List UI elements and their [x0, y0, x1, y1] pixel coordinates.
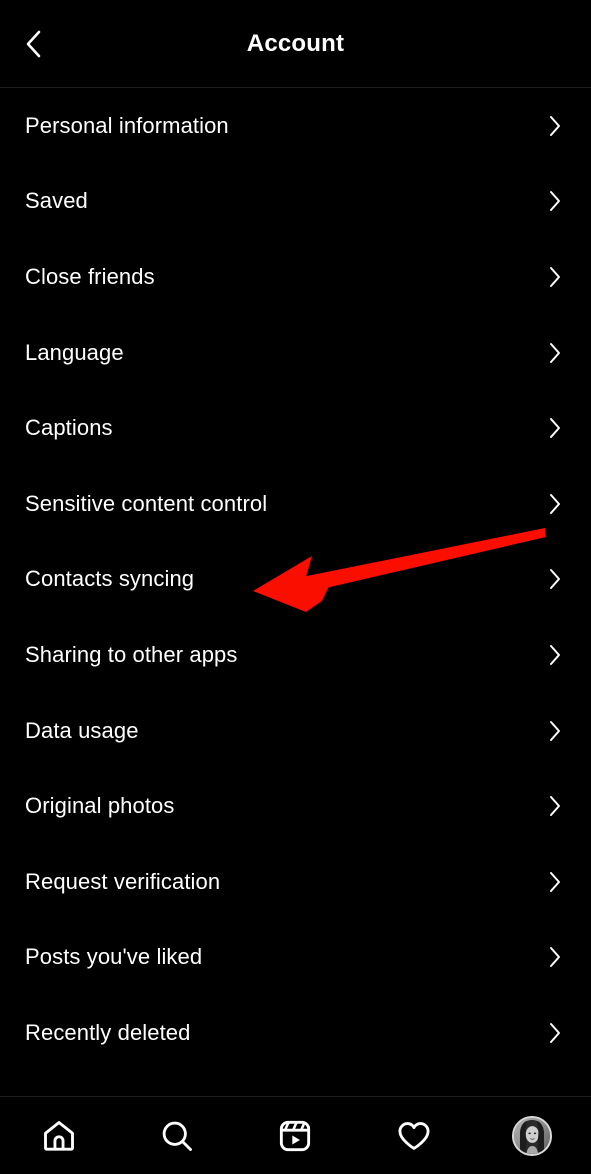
nav-item-reels[interactable] — [253, 1107, 337, 1165]
chevron-right-icon — [547, 115, 563, 137]
settings-row-label: Data usage — [25, 717, 139, 743]
settings-row-label: Saved — [25, 188, 88, 214]
nav-item-profile[interactable] — [490, 1107, 574, 1165]
chevron-left-icon — [22, 28, 44, 60]
settings-row-label: Request verification — [25, 868, 221, 894]
search-icon — [159, 1118, 195, 1154]
settings-row-recently-deleted[interactable]: Recently deleted — [0, 995, 591, 1071]
settings-row-original-photos[interactable]: Original photos — [0, 768, 591, 844]
reels-icon — [277, 1118, 313, 1154]
app-header: Account — [0, 0, 591, 88]
settings-row-label: Captions — [25, 415, 113, 441]
settings-row-captions[interactable]: Captions — [0, 390, 591, 466]
settings-row-label: Posts you've liked — [25, 944, 203, 970]
settings-row-label: Sensitive content control — [25, 490, 268, 516]
settings-row-label: Original photos — [25, 793, 175, 819]
account-settings-list: Personal information Saved Close friends… — [0, 88, 591, 1071]
settings-row-label: Recently deleted — [25, 1019, 191, 1045]
chevron-right-icon — [547, 795, 563, 817]
bottom-navigation-bar — [0, 1096, 591, 1174]
home-icon — [41, 1118, 77, 1154]
chevron-right-icon — [547, 946, 563, 968]
chevron-right-icon — [547, 1022, 563, 1044]
nav-item-activity[interactable] — [372, 1107, 456, 1165]
chevron-right-icon — [547, 871, 563, 893]
settings-row-label: Sharing to other apps — [25, 641, 238, 667]
avatar — [511, 1115, 552, 1156]
nav-item-home[interactable] — [17, 1107, 101, 1165]
settings-row-saved[interactable]: Saved — [0, 164, 591, 240]
chevron-right-icon — [547, 342, 563, 364]
page-title: Account — [246, 29, 345, 57]
settings-row-label: Personal information — [25, 112, 229, 138]
nav-item-search[interactable] — [135, 1107, 219, 1165]
chevron-right-icon — [547, 644, 563, 666]
settings-row-contacts-syncing[interactable]: Contacts syncing — [0, 542, 591, 618]
settings-row-label: Close friends — [25, 263, 155, 289]
settings-row-label: Contacts syncing — [25, 566, 195, 592]
settings-row-data-usage[interactable]: Data usage — [0, 693, 591, 769]
settings-row-posts-youve-liked[interactable]: Posts you've liked — [0, 920, 591, 996]
settings-row-close-friends[interactable]: Close friends — [0, 239, 591, 315]
settings-row-sharing-to-other-apps[interactable]: Sharing to other apps — [0, 617, 591, 693]
back-button[interactable] — [14, 25, 52, 63]
chevron-right-icon — [547, 417, 563, 439]
settings-row-sensitive-content-control[interactable]: Sensitive content control — [0, 466, 591, 542]
settings-row-personal-information[interactable]: Personal information — [0, 88, 591, 164]
heart-icon — [396, 1118, 432, 1154]
chevron-right-icon — [547, 493, 563, 515]
chevron-right-icon — [547, 568, 563, 590]
chevron-right-icon — [547, 720, 563, 742]
settings-row-request-verification[interactable]: Request verification — [0, 844, 591, 920]
chevron-right-icon — [547, 190, 563, 212]
settings-row-label: Language — [25, 339, 124, 365]
settings-row-language[interactable]: Language — [0, 315, 591, 391]
chevron-right-icon — [547, 266, 563, 288]
